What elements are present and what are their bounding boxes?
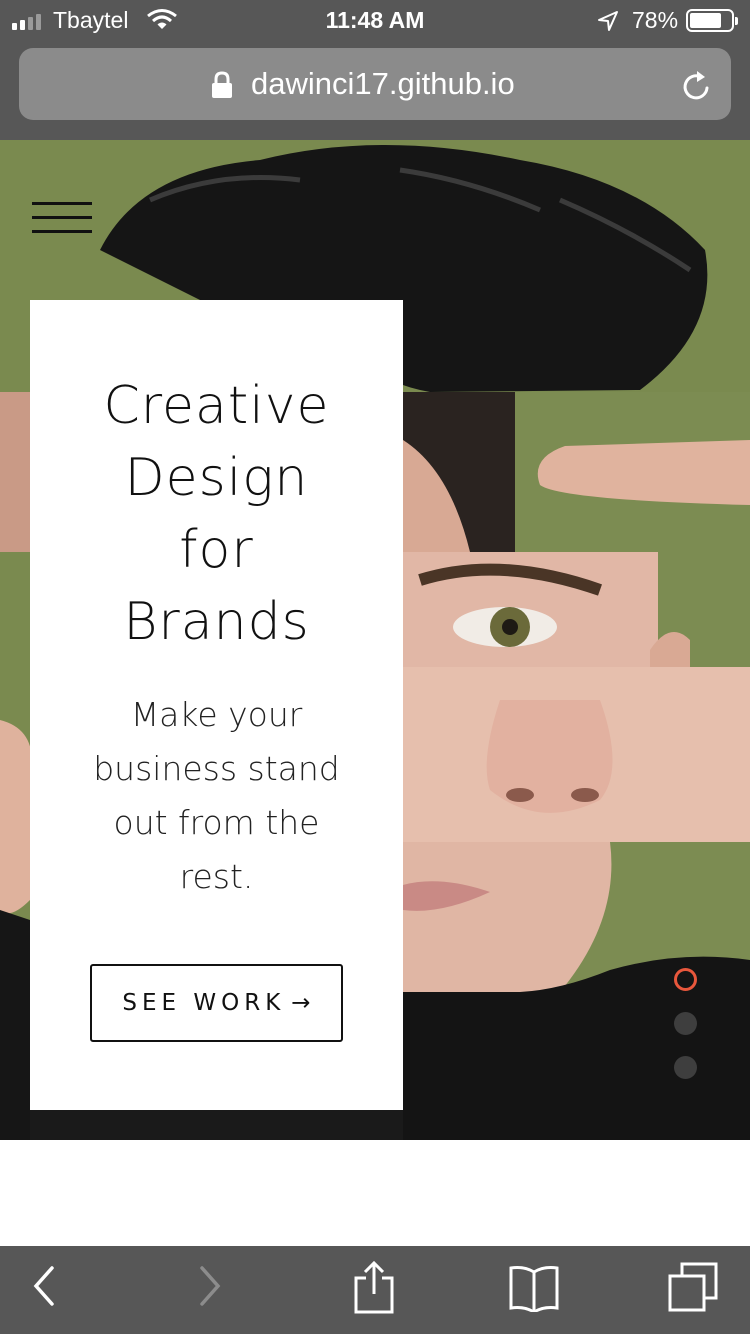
slide-dot-1[interactable] <box>674 968 697 991</box>
browser-toolbar <box>0 1246 750 1334</box>
slide-dot-3[interactable] <box>674 1056 697 1079</box>
carrier-name: Tbaytel <box>53 7 129 33</box>
tabs-icon[interactable] <box>668 1262 720 1314</box>
see-work-label: SEE WORK <box>122 990 286 1016</box>
location-arrow-icon <box>598 11 618 31</box>
reload-icon[interactable] <box>681 68 713 102</box>
status-bar: Tbaytel 11:48 AM 78% <box>0 0 750 40</box>
battery-icon <box>686 9 738 32</box>
slide-dot-2[interactable] <box>674 1012 697 1035</box>
headline-line: for <box>179 520 254 580</box>
hero-card: Creative Design for Brands Make your bus… <box>30 300 403 1110</box>
arrow-right-icon: → <box>291 990 311 1016</box>
hamburger-menu-icon[interactable] <box>32 202 92 236</box>
share-icon[interactable] <box>354 1260 394 1314</box>
forward-icon[interactable] <box>198 1264 224 1308</box>
bookmarks-icon[interactable] <box>508 1264 560 1312</box>
signal-strength-icon <box>12 12 41 30</box>
slide-indicator <box>674 968 698 1100</box>
headline-line: Creative <box>103 376 330 436</box>
browser-address-bar: dawinci17.github.io <box>0 40 750 140</box>
see-work-button[interactable]: SEE WORK → <box>90 964 343 1042</box>
url-field[interactable]: dawinci17.github.io <box>19 48 731 120</box>
battery-percent: 78% <box>632 7 679 33</box>
wifi-icon <box>147 9 177 29</box>
headline-line: Design <box>124 448 309 508</box>
hero-section: Creative Design for Brands Make your bus… <box>0 140 750 1140</box>
hero-subtext: Make your business stand out from the re… <box>93 695 340 896</box>
url-text: dawinci17.github.io <box>251 66 515 101</box>
lock-icon <box>212 71 232 98</box>
back-icon[interactable] <box>30 1264 56 1308</box>
hero-headline: Creative Design for Brands <box>30 370 403 658</box>
headline-line: Brands <box>123 592 310 652</box>
